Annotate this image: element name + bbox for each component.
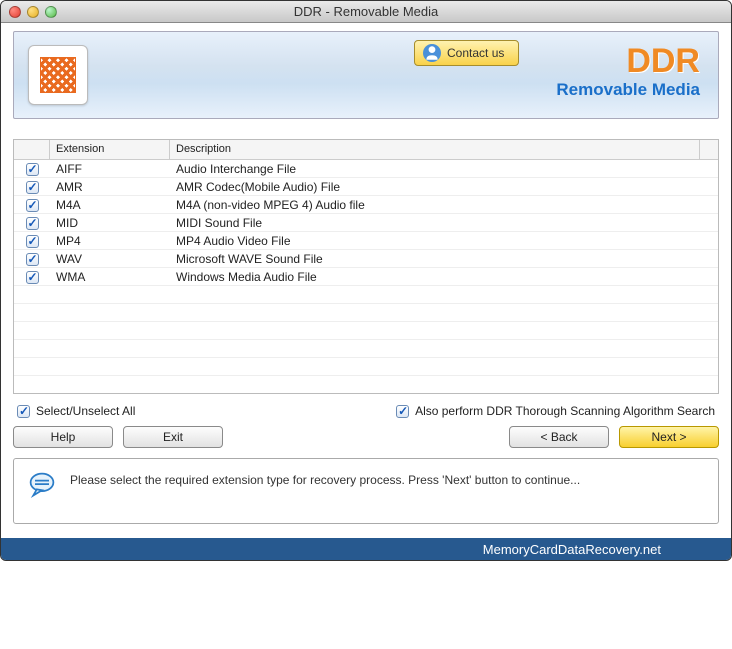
row-checkbox[interactable] [26, 235, 39, 248]
window-title: DDR - Removable Media [1, 4, 731, 19]
row-description: AMR Codec(Mobile Audio) File [170, 180, 718, 194]
row-extension: WAV [50, 252, 170, 266]
row-description: Windows Media Audio File [170, 270, 718, 284]
exit-label: Exit [163, 430, 183, 444]
next-button[interactable]: Next > [619, 426, 719, 448]
col-description[interactable]: Description [170, 140, 700, 159]
zoom-icon[interactable] [45, 6, 57, 18]
row-extension: M4A [50, 198, 170, 212]
table-row[interactable]: AIFFAudio Interchange File [14, 160, 718, 178]
checkbox-icon [396, 405, 409, 418]
window-titlebar: DDR - Removable Media [1, 1, 731, 23]
row-extension: MP4 [50, 234, 170, 248]
select-all-label: Select/Unselect All [36, 404, 135, 418]
contact-us-label: Contact us [447, 46, 504, 60]
back-button[interactable]: < Back [509, 426, 609, 448]
table-row[interactable]: WAVMicrosoft WAVE Sound File [14, 250, 718, 268]
table-row-empty [14, 358, 718, 376]
footer-site: MemoryCardDataRecovery.net [483, 542, 661, 557]
table-row[interactable]: M4AM4A (non-video MPEG 4) Audio file [14, 196, 718, 214]
table-header: Extension Description [14, 140, 718, 160]
contact-us-button[interactable]: Contact us [414, 40, 519, 66]
table-row[interactable]: AMRAMR Codec(Mobile Audio) File [14, 178, 718, 196]
app-window: DDR - Removable Media Contact us DDR Rem… [0, 0, 732, 561]
row-description: MIDI Sound File [170, 216, 718, 230]
row-description: M4A (non-video MPEG 4) Audio file [170, 198, 718, 212]
select-all-checkbox[interactable]: Select/Unselect All [17, 404, 135, 418]
options-row: Select/Unselect All Also perform DDR Tho… [13, 404, 719, 418]
col-extension[interactable]: Extension [50, 140, 170, 159]
row-checkbox[interactable] [26, 181, 39, 194]
table-row[interactable]: MP4MP4 Audio Video File [14, 232, 718, 250]
brand-title: DDR [556, 44, 700, 78]
row-checkbox[interactable] [26, 253, 39, 266]
thorough-scan-label: Also perform DDR Thorough Scanning Algor… [415, 404, 715, 418]
back-label: < Back [540, 430, 577, 444]
row-extension: AMR [50, 180, 170, 194]
table-row[interactable]: WMAWindows Media Audio File [14, 268, 718, 286]
row-extension: MID [50, 216, 170, 230]
col-spacer [700, 140, 718, 159]
app-logo [28, 45, 88, 105]
table-row-empty [14, 322, 718, 340]
footer-strip: MemoryCardDataRecovery.net [1, 538, 731, 560]
close-icon[interactable] [9, 6, 21, 18]
brand-block: DDR Removable Media [556, 44, 700, 100]
row-extension: AIFF [50, 162, 170, 176]
help-label: Help [51, 430, 76, 444]
row-description: Audio Interchange File [170, 162, 718, 176]
extension-table: Extension Description AIFFAudio Intercha… [13, 139, 719, 394]
row-checkbox[interactable] [26, 163, 39, 176]
row-checkbox[interactable] [26, 199, 39, 212]
brand-subtitle: Removable Media [556, 80, 700, 100]
table-row-empty [14, 304, 718, 322]
row-checkbox[interactable] [26, 217, 39, 230]
col-checkbox[interactable] [14, 140, 50, 159]
row-description: Microsoft WAVE Sound File [170, 252, 718, 266]
checkbox-icon [17, 405, 30, 418]
next-label: Next > [651, 430, 686, 444]
help-button[interactable]: Help [13, 426, 113, 448]
thorough-scan-checkbox[interactable]: Also perform DDR Thorough Scanning Algor… [396, 404, 715, 418]
person-icon [423, 44, 441, 62]
buttons-row: Help Exit < Back Next > [13, 426, 719, 448]
table-body: AIFFAudio Interchange FileAMRAMR Codec(M… [14, 160, 718, 394]
row-extension: WMA [50, 270, 170, 284]
table-row-empty [14, 286, 718, 304]
info-text: Please select the required extension typ… [70, 471, 580, 489]
window-controls [9, 6, 57, 18]
header-banner: Contact us DDR Removable Media [13, 31, 719, 119]
row-checkbox[interactable] [26, 271, 39, 284]
row-description: MP4 Audio Video File [170, 234, 718, 248]
minimize-icon[interactable] [27, 6, 39, 18]
table-row-empty [14, 340, 718, 358]
info-box: Please select the required extension typ… [13, 458, 719, 524]
table-row[interactable]: MIDMIDI Sound File [14, 214, 718, 232]
exit-button[interactable]: Exit [123, 426, 223, 448]
table-row-empty [14, 376, 718, 394]
logo-pattern-icon [40, 57, 76, 93]
speech-bubble-icon [28, 471, 56, 499]
